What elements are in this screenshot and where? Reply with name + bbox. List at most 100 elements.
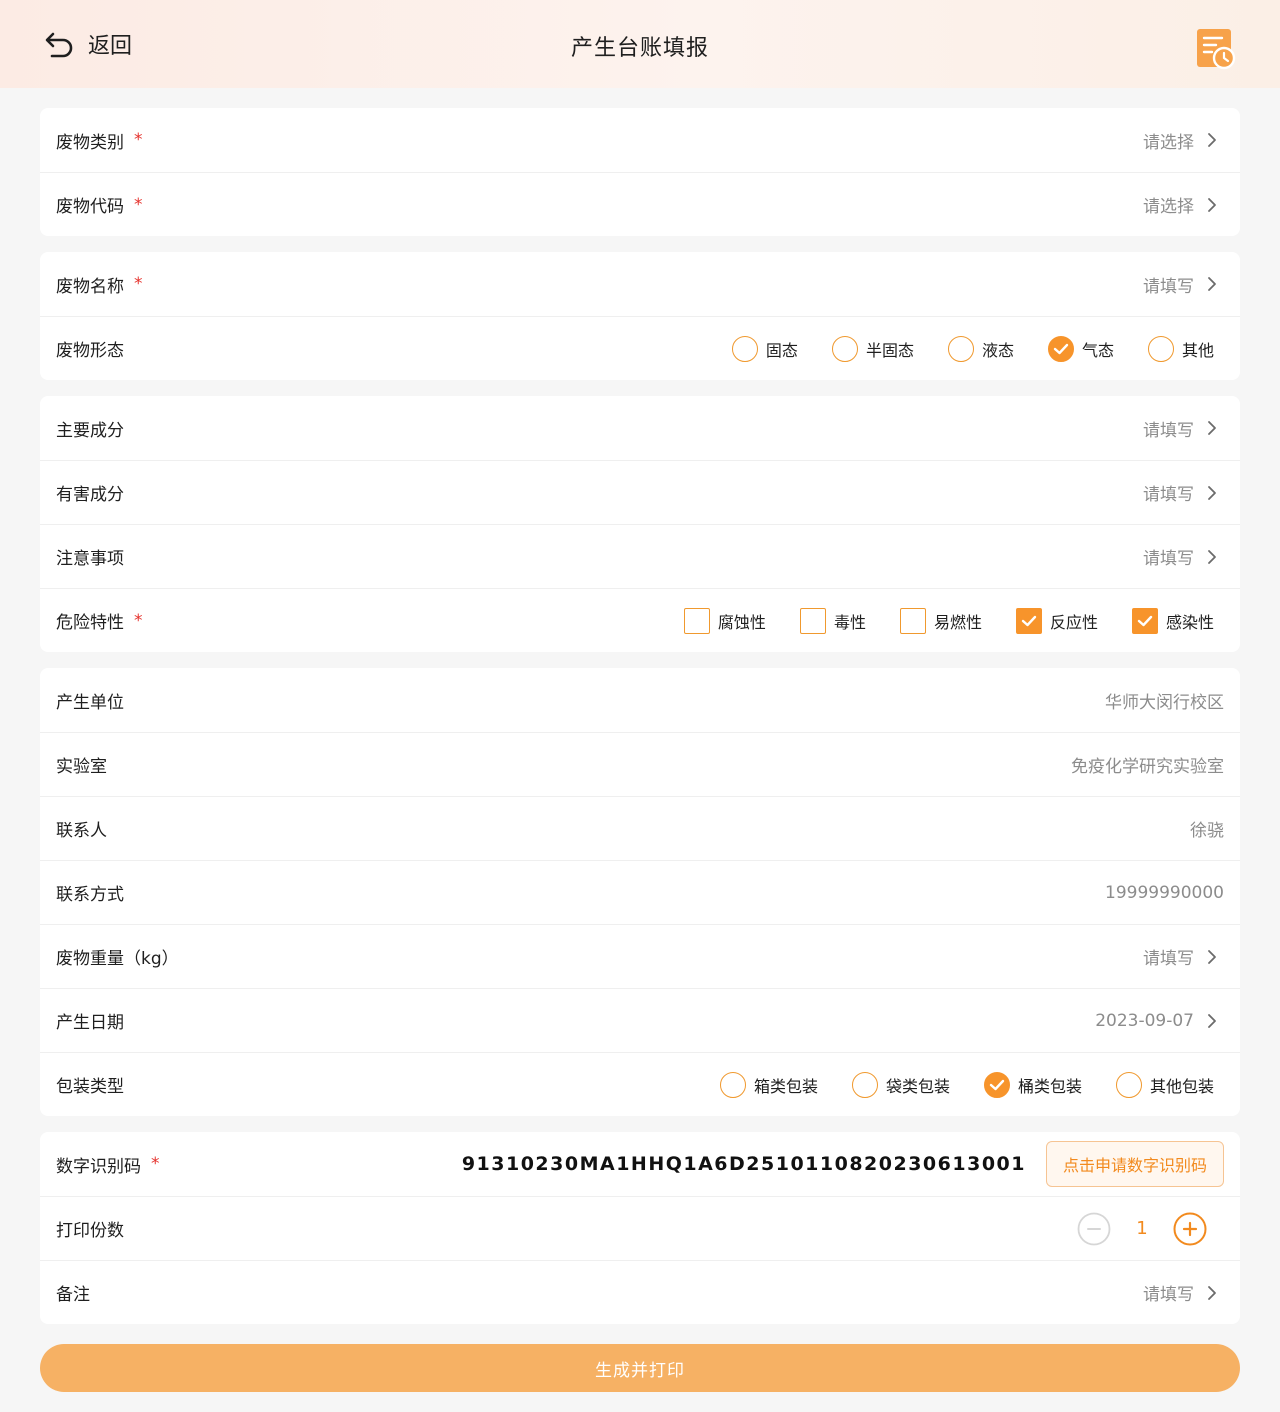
row-notes[interactable]: 注意事项 请填写 — [40, 524, 1240, 588]
hazard-label: 危险特性 — [56, 613, 124, 633]
radio-bag-package[interactable]: 袋类包装 — [851, 1071, 950, 1098]
chevron-right-icon — [1208, 421, 1216, 435]
radio-circle-icon — [947, 335, 974, 362]
waste-name-input[interactable]: 请填写 — [1143, 272, 1194, 297]
radio-circle-icon — [851, 1071, 878, 1098]
notes-label: 注意事项 — [56, 549, 124, 569]
radio-semi-solid[interactable]: 半固态 — [831, 335, 914, 362]
required-mark: * — [134, 274, 143, 294]
contact-label: 联系人 — [56, 821, 107, 841]
radio-label: 固态 — [765, 340, 798, 360]
checkbox-label: 毒性 — [833, 612, 866, 632]
radio-label: 袋类包装 — [885, 1076, 950, 1096]
harmful-components-label: 有害成分 — [56, 485, 124, 505]
main-components-label: 主要成分 — [56, 420, 124, 441]
copies-value: 1 — [1136, 1218, 1148, 1239]
radio-circle-icon — [719, 1071, 746, 1098]
radio-label: 其他包装 — [1149, 1076, 1214, 1096]
row-lab: 实验室 免疫化学研究实验室 — [40, 732, 1240, 796]
plus-circle-icon[interactable] — [1173, 1212, 1207, 1246]
digital-code-value: 91310230MA1HHQ1A6D2510110820230613001 — [461, 1153, 1026, 1175]
checkbox-label: 易燃性 — [933, 612, 982, 632]
chevron-right-icon — [1208, 1285, 1216, 1300]
radio-label: 半固态 — [865, 340, 914, 360]
row-unit: 产生单位 华师大闵行校区 — [40, 668, 1240, 732]
checkbox-corrosive[interactable]: 腐蚀性 — [683, 607, 766, 634]
checkbox-checked-icon — [1131, 607, 1158, 634]
radio-gas[interactable]: 气态 — [1047, 335, 1114, 362]
checkbox-reactive[interactable]: 反应性 — [1015, 607, 1098, 634]
card-components: 主要成分 请填写 有害成分 请填写 注意事项 请填写 危险特性 * 腐蚀性 毒性… — [40, 396, 1240, 652]
checkbox-icon — [899, 607, 926, 634]
harmful-components-input[interactable]: 请填写 — [1143, 480, 1194, 505]
checkbox-label: 腐蚀性 — [717, 612, 766, 632]
row-hazard: 危险特性 * 腐蚀性 毒性 易燃性 反应性 感染性 — [40, 588, 1240, 652]
unit-label: 产生单位 — [56, 692, 124, 713]
hazard-checkbox-group: 腐蚀性 毒性 易燃性 反应性 感染性 — [683, 607, 1214, 634]
radio-box-package[interactable]: 箱类包装 — [719, 1071, 818, 1098]
row-waste-name[interactable]: 废物名称 * 请填写 — [40, 252, 1240, 316]
radio-circle-icon — [1147, 335, 1174, 362]
checkbox-infectious[interactable]: 感染性 — [1131, 607, 1214, 634]
radio-label: 桶类包装 — [1017, 1076, 1082, 1096]
phone-label: 联系方式 — [56, 885, 124, 905]
waste-category-label: 废物类别 — [56, 132, 124, 153]
row-waste-form: 废物形态 固态 半固态 液态 气态 其他 — [40, 316, 1240, 380]
waste-name-label: 废物名称 — [56, 276, 124, 297]
card-producer: 产生单位 华师大闵行校区 实验室 免疫化学研究实验室 联系人 徐骁 联系方式 1… — [40, 668, 1240, 1116]
copies-label: 打印份数 — [56, 1221, 124, 1241]
row-main-components[interactable]: 主要成分 请填写 — [40, 396, 1240, 460]
remark-label: 备注 — [56, 1285, 90, 1305]
required-mark: * — [134, 194, 143, 215]
radio-solid[interactable]: 固态 — [731, 335, 798, 362]
copies-stepper: 1 — [1077, 1212, 1207, 1246]
chevron-right-icon — [1208, 197, 1216, 212]
chevron-right-icon — [1208, 549, 1216, 564]
row-date[interactable]: 产生日期 2023-09-07 — [40, 988, 1240, 1052]
weight-input[interactable]: 请填写 — [1143, 944, 1194, 969]
radio-liquid[interactable]: 液态 — [947, 335, 1014, 362]
row-remark[interactable]: 备注 请填写 — [40, 1260, 1240, 1324]
chevron-right-icon — [1208, 1013, 1216, 1028]
unit-value: 华师大闵行校区 — [1105, 692, 1224, 713]
radio-circle-icon — [831, 335, 858, 362]
apply-digital-code-button[interactable]: 点击申请数字识别码 — [1045, 1141, 1224, 1187]
waste-code-select[interactable]: 请选择 — [1143, 192, 1194, 217]
phone-value: 19999990000 — [1105, 882, 1224, 903]
checkbox-label: 反应性 — [1049, 612, 1098, 632]
minus-circle-icon[interactable] — [1077, 1212, 1111, 1246]
waste-category-select[interactable]: 请选择 — [1143, 128, 1194, 153]
chevron-right-icon — [1208, 949, 1216, 964]
row-harmful-components[interactable]: 有害成分 请填写 — [40, 460, 1240, 524]
radio-label: 其他 — [1181, 340, 1214, 360]
radio-circle-icon — [1115, 1071, 1142, 1098]
main-components-input[interactable]: 请填写 — [1143, 416, 1194, 441]
row-weight[interactable]: 废物重量（kg） 请填写 — [40, 924, 1240, 988]
date-picker[interactable]: 2023-09-07 — [1095, 1011, 1194, 1031]
radio-checked-icon — [1047, 335, 1074, 362]
history-icon — [1197, 29, 1236, 70]
radio-other[interactable]: 其他 — [1147, 335, 1214, 362]
package-label: 包装类型 — [56, 1077, 124, 1097]
radio-checked-icon — [983, 1071, 1010, 1098]
required-mark: * — [151, 1154, 160, 1174]
history-button[interactable] — [1196, 28, 1236, 70]
waste-code-label: 废物代码 — [56, 197, 124, 217]
row-waste-code[interactable]: 废物代码 * 请选择 — [40, 172, 1240, 236]
weight-label: 废物重量（kg） — [56, 949, 179, 969]
checkbox-toxic[interactable]: 毒性 — [799, 607, 866, 634]
row-digital-code: 数字识别码 * 91310230MA1HHQ1A6D25101108202306… — [40, 1132, 1240, 1196]
card-print: 数字识别码 * 91310230MA1HHQ1A6D25101108202306… — [40, 1132, 1240, 1324]
row-waste-category[interactable]: 废物类别 * 请选择 — [40, 108, 1240, 172]
row-copies: 打印份数 1 — [40, 1196, 1240, 1260]
digital-code-label: 数字识别码 — [56, 1156, 141, 1177]
checkbox-icon — [683, 607, 710, 634]
chevron-right-icon — [1208, 277, 1216, 291]
radio-label: 气态 — [1081, 340, 1114, 360]
generate-print-button[interactable]: 生成并打印 — [40, 1344, 1240, 1392]
radio-barrel-package[interactable]: 桶类包装 — [983, 1071, 1082, 1098]
remark-input[interactable]: 请填写 — [1143, 1280, 1194, 1305]
radio-other-package[interactable]: 其他包装 — [1115, 1071, 1214, 1098]
checkbox-flammable[interactable]: 易燃性 — [899, 607, 982, 634]
notes-input[interactable]: 请填写 — [1143, 544, 1194, 569]
